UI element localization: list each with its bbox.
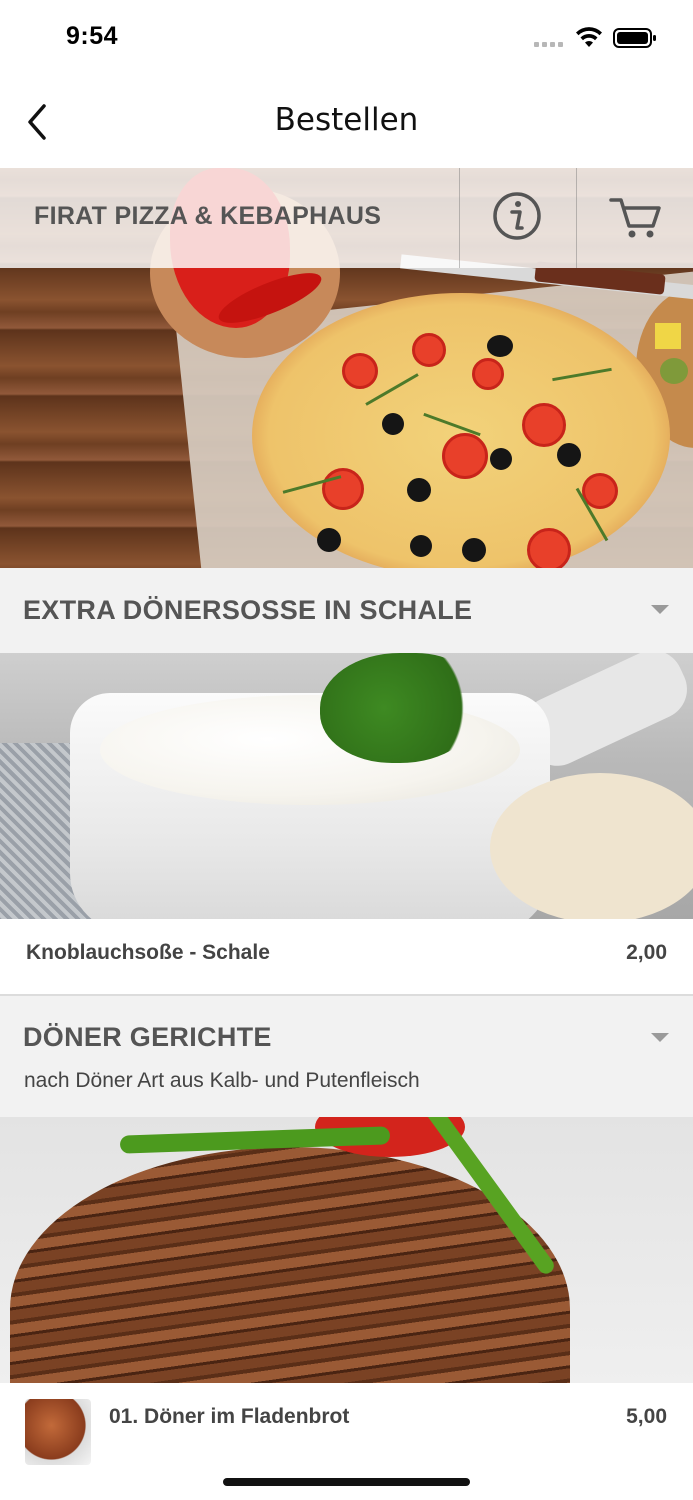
menu-item-row[interactable]: Knoblauchsoße - Schale 2,00 bbox=[0, 919, 693, 995]
restaurant-name: FIRAT PIZZA & KEBAPHAUS bbox=[34, 202, 382, 230]
item-name: 01. Döner im Fladenbrot bbox=[109, 1405, 350, 1428]
nav-bar: Bestellen bbox=[0, 76, 693, 168]
vegetable-image bbox=[660, 358, 688, 384]
status-bar: 9:54 bbox=[0, 0, 693, 76]
chevron-down-icon bbox=[651, 605, 669, 614]
garlic-image bbox=[490, 773, 693, 919]
info-button[interactable] bbox=[460, 168, 576, 268]
cart-icon bbox=[609, 198, 661, 238]
category-title: DÖNER GERICHTE bbox=[23, 1022, 272, 1052]
pizza-image bbox=[252, 293, 670, 568]
signal-icon bbox=[534, 42, 563, 47]
restaurant-header: FIRAT PIZZA & KEBAPHAUS bbox=[0, 168, 693, 268]
battery-icon bbox=[613, 28, 656, 48]
info-icon bbox=[493, 192, 541, 240]
category-title: EXTRA DÖNERSOSSE IN SCHALE bbox=[23, 595, 473, 625]
category-image bbox=[0, 1117, 693, 1383]
parsley-image bbox=[320, 653, 480, 763]
page-title: Bestellen bbox=[274, 102, 419, 138]
home-indicator[interactable] bbox=[223, 1478, 470, 1486]
item-name: Knoblauchsoße - Schale bbox=[26, 941, 270, 964]
vegetable-image bbox=[655, 323, 681, 349]
menu-item-row[interactable]: 01. Döner im Fladenbrot 5,00 bbox=[0, 1383, 693, 1483]
item-price: 2,00 bbox=[626, 941, 667, 964]
item-thumbnail bbox=[25, 1399, 91, 1465]
category-subtitle: nach Döner Art aus Kalb- und Putenfleisc… bbox=[24, 1069, 420, 1092]
status-time: 9:54 bbox=[66, 22, 119, 50]
category-header[interactable]: DÖNER GERICHTE nach Döner Art aus Kalb- … bbox=[0, 996, 693, 1117]
restaurant-hero: FIRAT PIZZA & KEBAPHAUS bbox=[0, 168, 693, 568]
cart-button[interactable] bbox=[577, 168, 693, 268]
category-header[interactable]: EXTRA DÖNERSOSSE IN SCHALE bbox=[0, 568, 693, 653]
category-image bbox=[0, 653, 693, 919]
item-price: 5,00 bbox=[626, 1405, 667, 1428]
wifi-icon bbox=[576, 27, 602, 47]
chevron-down-icon bbox=[651, 1033, 669, 1042]
